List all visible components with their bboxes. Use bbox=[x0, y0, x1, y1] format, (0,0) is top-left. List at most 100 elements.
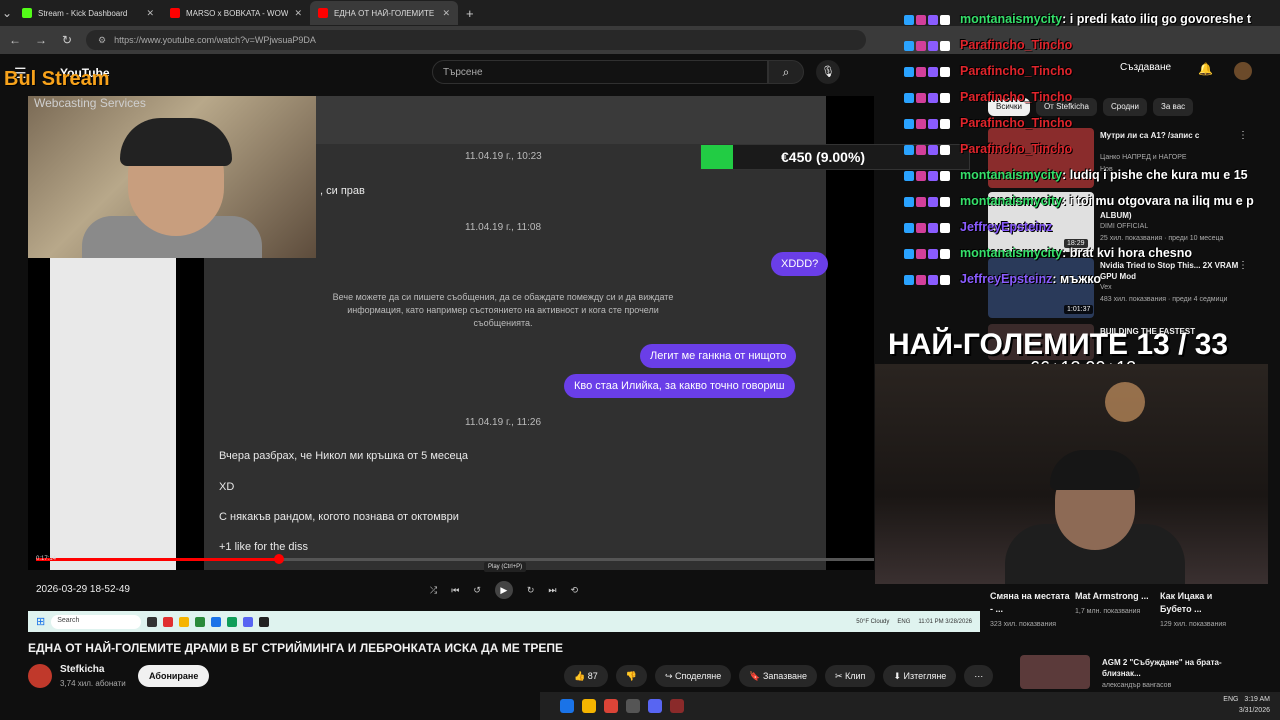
forward-icon[interactable]: → bbox=[34, 33, 48, 47]
windows-start-icon[interactable] bbox=[560, 699, 574, 713]
chat-message: : brat kvi hora chesno bbox=[1062, 246, 1193, 260]
like-button[interactable]: 👍 87 bbox=[564, 665, 608, 687]
download-button[interactable]: ⬇ Изтегляне bbox=[883, 665, 957, 687]
chat-message: Вчера разбрах, че Никол ми кръшка от 5 м… bbox=[219, 450, 469, 462]
recommended-video[interactable]: AGM 2 "Събуждане" на брата-близнак... ал… bbox=[990, 655, 1260, 689]
url-field[interactable]: ⚙ https://www.youtube.com/watch?v=WPjwsu… bbox=[86, 30, 866, 50]
chat-message-outgoing: XDDD? bbox=[771, 252, 829, 276]
system-tray: ENG 3:19 AM 3/31/2026 bbox=[1223, 694, 1270, 714]
chat-username: montanaismycity bbox=[960, 194, 1063, 208]
chat-date: 11.04.19 г., 11:08 bbox=[465, 222, 542, 233]
more-icon[interactable]: ⋮ bbox=[1238, 260, 1248, 271]
badge-icon bbox=[940, 222, 950, 233]
bell-icon[interactable]: 🔔 bbox=[1198, 62, 1213, 76]
tab-marso[interactable]: MARSO x BOBKATA - WOW [OI ✕ bbox=[162, 1, 310, 25]
subscribe-button[interactable]: Абониране bbox=[138, 665, 210, 687]
mini-recommendation[interactable]: Mat Armstrong ... 1,7 млн. показвания bbox=[1075, 590, 1155, 617]
reload-icon[interactable]: ↻ bbox=[60, 33, 74, 47]
tab-current-video[interactable]: ЕДНА ОТ НАЙ-ГОЛЕМИТЕ ✕ bbox=[310, 1, 458, 25]
dislike-button[interactable]: 👎 bbox=[615, 665, 647, 687]
search-input[interactable]: Търсене bbox=[432, 60, 768, 84]
search-button[interactable]: ⌕ bbox=[768, 60, 804, 84]
next-icon[interactable]: ⏭ bbox=[548, 585, 556, 596]
thumbs-down-icon: 👎 bbox=[625, 671, 637, 681]
play-button[interactable]: ▶ bbox=[494, 581, 513, 599]
badge-icon bbox=[940, 248, 950, 259]
chat-username: Parafincho_Tincho bbox=[960, 90, 1073, 104]
chat-badges bbox=[904, 142, 960, 156]
badge-icon bbox=[916, 196, 926, 207]
create-button[interactable]: Създаване bbox=[1120, 62, 1171, 73]
close-icon[interactable]: ✕ bbox=[146, 8, 154, 19]
counter-overlay: НАЙ-ГОЛЕМИТЕ 13 / 33 bbox=[888, 328, 1229, 361]
chat-badges bbox=[904, 116, 960, 130]
chat-overlay-line: JeffreyEpsteinz: мъжко bbox=[904, 272, 1101, 286]
seek-handle[interactable] bbox=[274, 554, 285, 564]
more-icon[interactable]: ⋮ bbox=[1238, 130, 1248, 141]
browser-icon bbox=[211, 616, 222, 627]
badge-icon bbox=[928, 66, 938, 77]
app-icon[interactable] bbox=[670, 699, 684, 713]
app-icon bbox=[259, 616, 270, 627]
rewind-icon[interactable]: ↺ bbox=[473, 585, 481, 596]
tab-list-icon[interactable]: ⌄ bbox=[0, 6, 14, 20]
badge-icon bbox=[916, 222, 926, 233]
tab-kick-dashboard[interactable]: Stream - Kick Dashboard ✕ bbox=[14, 1, 162, 25]
badge-icon bbox=[928, 274, 938, 285]
chip-related[interactable]: Сродни bbox=[1102, 98, 1148, 116]
forward-icon[interactable]: ↻ bbox=[527, 585, 535, 596]
clock[interactable]: 3:19 AM bbox=[1244, 694, 1270, 705]
repeat-icon[interactable]: ⟲ bbox=[571, 585, 579, 596]
share-button[interactable]: ↪ Споделяне bbox=[654, 665, 732, 687]
seek-bar[interactable] bbox=[36, 554, 874, 564]
badge-icon bbox=[904, 222, 914, 233]
chat-username: Parafincho_Tincho bbox=[960, 64, 1073, 78]
streamer-headphones bbox=[120, 118, 232, 166]
chat-message: , си прав bbox=[320, 185, 365, 197]
recommended-video[interactable]: 1:01:37 Nvidia Tried to Stop This... 2X … bbox=[988, 258, 1258, 318]
shuffle-icon[interactable]: ⤮ bbox=[430, 585, 437, 596]
new-tab-button[interactable]: + bbox=[458, 6, 482, 21]
badge-icon bbox=[916, 170, 926, 181]
folder-icon[interactable] bbox=[582, 699, 596, 713]
avatar[interactable] bbox=[1234, 62, 1252, 80]
more-actions-button[interactable]: ⋯ bbox=[964, 665, 994, 687]
save-button[interactable]: 🔖 Запазване bbox=[739, 665, 817, 687]
chat-message: : i toi mu otgovara na iliq mu e p bbox=[1062, 194, 1254, 208]
mini-recommendation[interactable]: Как Ицака и Бубето ... 129 хил. показван… bbox=[1160, 590, 1240, 630]
donation-amount: €450 (9.00%) bbox=[781, 149, 866, 165]
chat-username: Parafincho_Tincho bbox=[960, 116, 1073, 130]
chat-badges bbox=[904, 246, 960, 260]
chat-overlay-line: montanaismycity: i predi kato iliq go go… bbox=[904, 12, 1251, 26]
bulstream-subtitle: Webcasting Services bbox=[34, 96, 146, 110]
previous-icon[interactable]: ⏮ bbox=[451, 585, 459, 596]
chrome-icon[interactable] bbox=[604, 699, 618, 713]
discord-icon[interactable] bbox=[648, 699, 662, 713]
webcam-streamer bbox=[28, 96, 316, 258]
chat-badges bbox=[904, 12, 960, 26]
clip-button[interactable]: ✂ Клип bbox=[824, 665, 876, 687]
windows-start-icon: ⊞ bbox=[36, 616, 46, 628]
close-icon[interactable]: ✕ bbox=[442, 8, 450, 19]
close-icon[interactable]: ✕ bbox=[294, 8, 302, 19]
badge-icon bbox=[928, 248, 938, 259]
chat-username: montanaismycity bbox=[960, 168, 1063, 182]
app-icon bbox=[147, 616, 158, 627]
channel-name[interactable]: Stefkicha bbox=[60, 664, 104, 675]
app-icon bbox=[163, 616, 174, 627]
voice-search-button[interactable]: 🎙 bbox=[816, 60, 840, 84]
mini-recommendation[interactable]: Смяна на местата - ... 323 хил. показван… bbox=[990, 590, 1070, 630]
site-info-icon[interactable]: ⚙ bbox=[98, 35, 106, 46]
app-icon[interactable] bbox=[626, 699, 640, 713]
badge-icon bbox=[940, 66, 950, 77]
channel-avatar[interactable] bbox=[28, 664, 52, 688]
play-tooltip: Play (Ctrl+P) bbox=[484, 562, 527, 572]
chat-date: 11.04.19 г., 11:26 bbox=[465, 417, 542, 428]
badge-icon bbox=[940, 40, 950, 51]
badge-icon bbox=[928, 170, 938, 181]
video-thumbnail[interactable] bbox=[1020, 655, 1090, 689]
chip-for-you[interactable]: За вас bbox=[1153, 98, 1194, 116]
badge-icon bbox=[904, 196, 914, 207]
chat-overlay-line: Parafincho_Tincho bbox=[904, 116, 1072, 130]
back-icon[interactable]: ← bbox=[8, 33, 22, 47]
